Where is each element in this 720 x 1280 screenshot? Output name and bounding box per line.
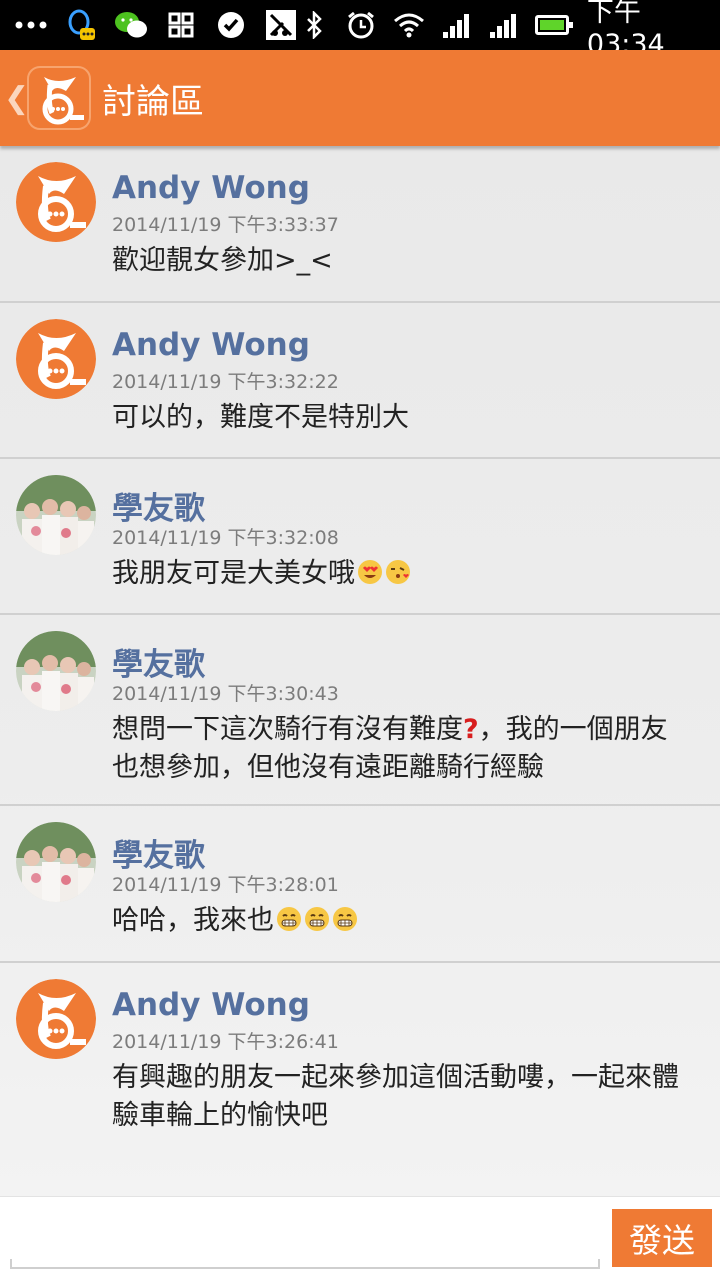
message-text: 有興趣的朋友一起來參加這個活動嘍，一起來體驗車輪上的愉快吧 <box>112 1062 679 1131</box>
message-text: 我朋友可是大美女哦 <box>112 555 690 593</box>
avatar[interactable] <box>16 979 96 1059</box>
avatar[interactable] <box>16 162 96 242</box>
message-text-body: 我朋友可是大美女哦 <box>112 558 355 589</box>
grin-emoji-icon <box>304 905 330 931</box>
avatar[interactable] <box>16 822 96 902</box>
list-item[interactable]: 學友歌 2014/11/19 下午3:32:08 我朋友可是大美女哦 <box>0 459 720 615</box>
message-text: 歡迎靚女參加>_< <box>112 245 333 276</box>
timestamp: 2014/11/19 下午3:28:01 <box>112 874 339 896</box>
bluetooth-icon <box>298 8 329 42</box>
app-bar: ❮ 討論區 <box>0 50 720 146</box>
message-input[interactable] <box>14 1211 594 1263</box>
more-dots-icon <box>14 8 48 42</box>
list-item[interactable]: 學友歌 2014/11/19 下午3:30:43 想問一下這次騎行有沒有難度?，… <box>0 615 720 806</box>
qq-icon <box>64 8 98 42</box>
author-name: Andy Wong <box>112 987 310 1023</box>
signal-icon <box>488 8 519 42</box>
wechat-icon <box>114 8 148 42</box>
list-item[interactable]: Andy Wong 2014/11/19 下午3:33:37 歡迎靚女參加>_< <box>0 146 720 303</box>
alarm-icon <box>345 8 376 42</box>
message-text: 哈哈，我來也 <box>112 902 690 940</box>
timestamp: 2014/11/19 下午3:32:22 <box>112 371 339 393</box>
status-bar-notifications <box>14 8 298 42</box>
input-underline <box>10 1259 600 1269</box>
timestamp: 2014/11/19 下午3:33:37 <box>112 214 339 236</box>
red-question-icon: ? <box>463 714 479 745</box>
timestamp: 2014/11/19 下午3:32:08 <box>112 527 339 549</box>
app-logo-icon[interactable] <box>26 65 92 131</box>
author-name: Andy Wong <box>112 327 310 363</box>
kiss-emoji-icon <box>385 558 411 584</box>
avatar[interactable] <box>16 319 96 399</box>
avatar[interactable] <box>16 475 96 555</box>
list-item[interactable]: Andy Wong 2014/11/19 下午3:26:41 有興趣的朋友一起來… <box>0 963 720 1196</box>
author-name: Andy Wong <box>112 170 310 206</box>
battery-icon <box>535 15 573 35</box>
grin-emoji-icon <box>276 905 302 931</box>
signal-icon <box>441 8 472 42</box>
message-text: 想問一下這次騎行有沒有難度?，我的一個朋友也想參加，但他沒有遠距離騎行經驗 <box>112 711 690 787</box>
author-name: 學友歌 <box>112 647 205 683</box>
list-item[interactable]: Andy Wong 2014/11/19 下午3:32:22 可以的，難度不是特… <box>0 303 720 459</box>
message-text-part1: 想問一下這次騎行有沒有難度 <box>112 714 463 745</box>
send-button[interactable]: 發送 <box>612 1209 712 1267</box>
timestamp: 2014/11/19 下午3:26:41 <box>112 1031 339 1053</box>
avatar[interactable] <box>16 631 96 711</box>
heart-eyes-emoji-icon <box>357 558 383 584</box>
list-item[interactable]: 學友歌 2014/11/19 下午3:28:01 哈哈，我來也 <box>0 806 720 963</box>
message-text: 可以的，難度不是特別大 <box>112 402 409 433</box>
notification-app-icon <box>264 8 298 42</box>
apps-icon <box>164 8 198 42</box>
grin-emoji-icon <box>332 905 358 931</box>
timestamp: 2014/11/19 下午3:30:43 <box>112 683 339 705</box>
message-list[interactable]: Andy Wong 2014/11/19 下午3:33:37 歡迎靚女參加>_<… <box>0 146 720 1196</box>
author-name: 學友歌 <box>112 838 205 874</box>
author-name: 學友歌 <box>112 491 205 527</box>
check-circle-icon <box>214 8 248 42</box>
wifi-icon <box>393 8 425 42</box>
back-chevron-icon[interactable]: ❮ <box>4 81 29 116</box>
page-title: 討論區 <box>102 81 204 122</box>
status-bar: 下午03:34 <box>0 0 720 60</box>
message-text-body: 哈哈，我來也 <box>112 905 274 936</box>
